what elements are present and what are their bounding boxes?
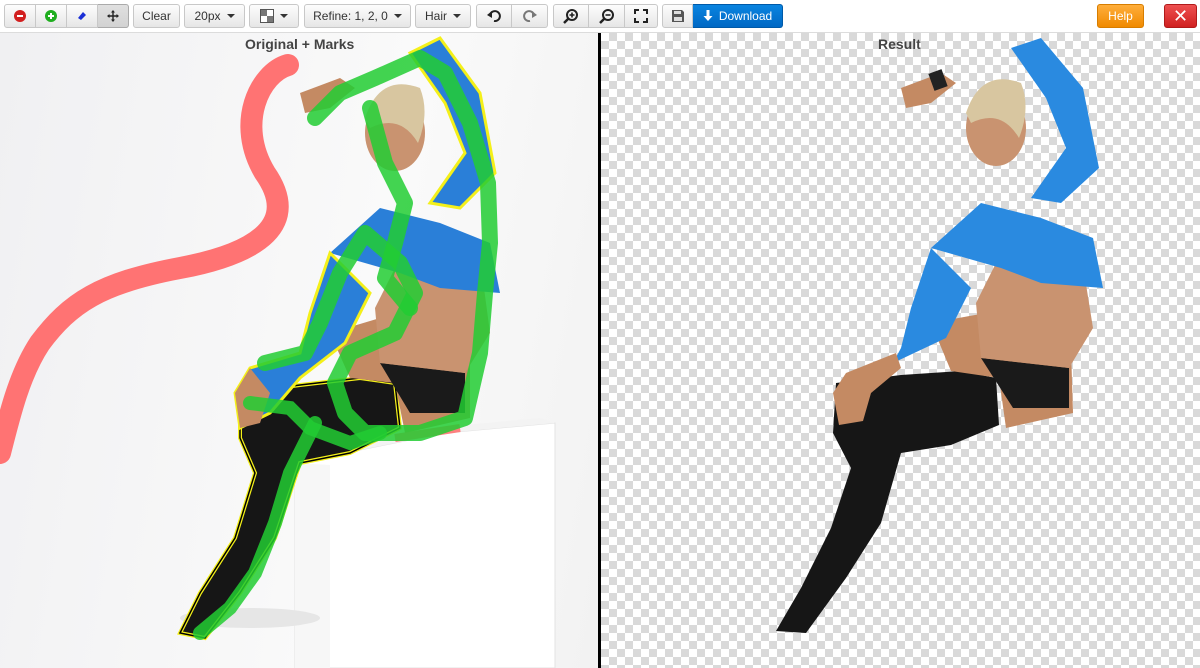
help-label: Help: [1108, 9, 1133, 23]
toolbar: Clear 20px Refine: 1, 2, 0 Hair Download…: [0, 0, 1200, 33]
chevron-down-icon: [393, 14, 402, 18]
download-arrow-icon: [703, 10, 713, 21]
fullscreen-icon: [634, 9, 648, 23]
result-panel[interactable]: Result: [601, 33, 1200, 668]
zoom-out-button[interactable]: [589, 4, 625, 28]
move-button[interactable]: [98, 4, 129, 28]
result-image-canvas: [776, 38, 1103, 633]
hair-label: Hair: [424, 9, 447, 23]
right-panel-title: Result: [878, 36, 921, 52]
eraser-icon: [78, 12, 86, 20]
download-button[interactable]: Download: [693, 4, 783, 28]
close-icon: ✕: [1172, 5, 1189, 26]
original-image-canvas: [0, 36, 556, 668]
redo-icon: [522, 10, 537, 22]
brush-size-label: 20px: [194, 9, 221, 23]
brush-size-dropdown[interactable]: 20px: [184, 4, 245, 28]
fit-to-screen-button[interactable]: [625, 4, 658, 28]
chevron-down-icon: [280, 14, 288, 18]
original-marks-panel[interactable]: Original + Marks: [0, 33, 598, 668]
hair-dropdown[interactable]: Hair: [415, 4, 471, 28]
undo-icon: [487, 10, 501, 22]
download-label: Download: [718, 9, 773, 23]
refine-label: Refine: 1, 2, 0: [313, 9, 388, 23]
chevron-down-icon: [226, 14, 235, 18]
chevron-down-icon: [453, 14, 461, 18]
zoom-in-icon: [563, 9, 578, 24]
zoom-in-button[interactable]: [553, 4, 589, 28]
redo-button[interactable]: [512, 4, 548, 28]
close-button[interactable]: ✕: [1164, 4, 1197, 28]
keep-mark-button[interactable]: [36, 4, 67, 28]
eraser-button[interactable]: [67, 4, 98, 28]
move-icon: [107, 10, 119, 22]
minus-circle-icon: [14, 10, 26, 22]
zoom-out-icon: [598, 9, 614, 24]
plus-circle-icon: [45, 10, 57, 22]
background-dropdown[interactable]: [249, 4, 299, 28]
save-icon: [671, 10, 684, 22]
left-panel-title: Original + Marks: [245, 36, 355, 52]
checkerboard-icon: [260, 9, 274, 23]
remove-mark-button[interactable]: [4, 4, 36, 28]
clear-button[interactable]: Clear: [133, 4, 180, 28]
help-button[interactable]: Help: [1097, 4, 1144, 28]
clear-label: Clear: [142, 9, 171, 23]
refine-dropdown[interactable]: Refine: 1, 2, 0: [304, 4, 411, 28]
undo-button[interactable]: [476, 4, 512, 28]
save-button[interactable]: [662, 4, 693, 28]
